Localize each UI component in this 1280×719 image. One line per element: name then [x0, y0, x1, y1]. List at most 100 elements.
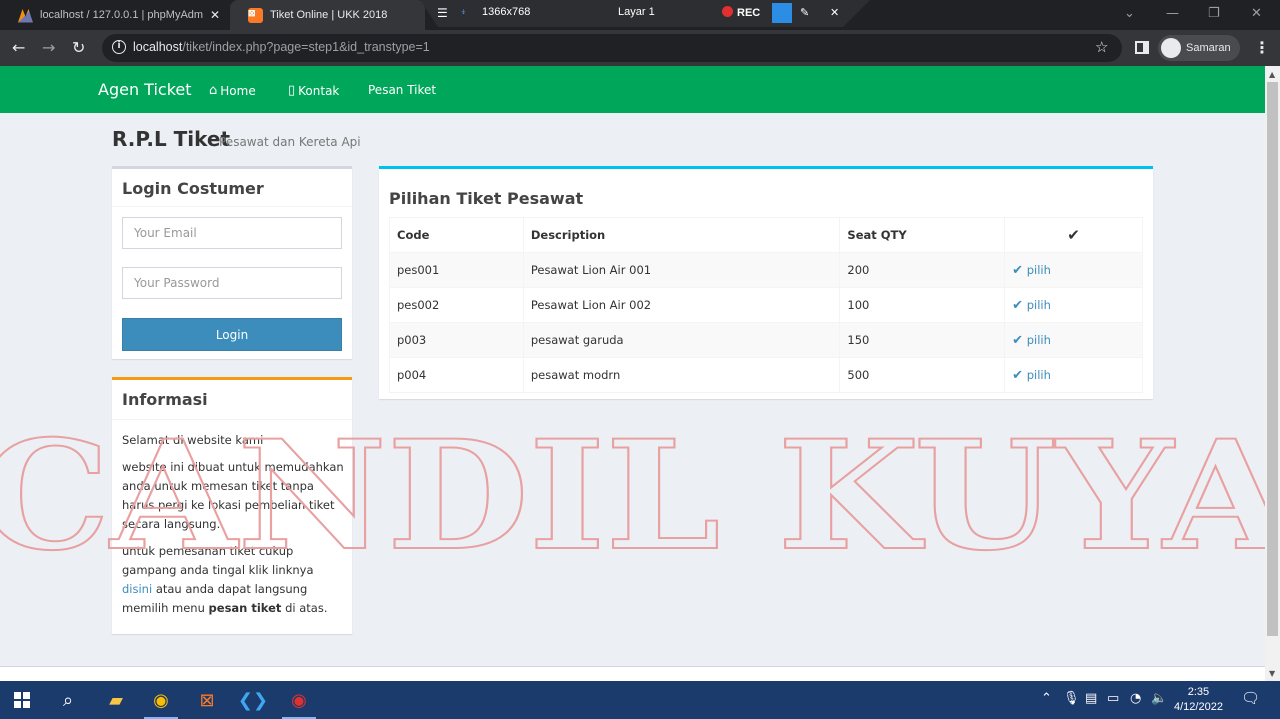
login-button[interactable]: Login: [122, 318, 342, 351]
pin-icon[interactable]: ⍖: [460, 6, 467, 19]
page-scrollbar[interactable]: ▲ ▼: [1265, 66, 1280, 681]
brand-link[interactable]: Agen Ticket: [98, 80, 192, 99]
recorder-close-icon[interactable]: ✕: [830, 6, 839, 19]
back-icon[interactable]: ←: [12, 38, 25, 57]
check-icon: ✔: [1012, 367, 1024, 383]
xampp-icon[interactable]: ⊠: [194, 687, 220, 713]
wifi-icon[interactable]: ◔: [1130, 691, 1141, 706]
nav-kontak[interactable]: ▯ Kontak: [288, 83, 339, 98]
login-box: Login Costumer Login: [112, 166, 352, 359]
restore-icon[interactable]: ❐: [1208, 6, 1220, 21]
pilih-link[interactable]: ✔ pilih: [1004, 357, 1143, 393]
check-icon: ✔: [1012, 297, 1024, 313]
pilih-link[interactable]: ✔ pilih: [1004, 287, 1143, 323]
scrollbar-thumb[interactable]: [1267, 82, 1278, 636]
vscode-icon[interactable]: ❮❯: [238, 687, 268, 713]
column-header-code: Code: [389, 217, 524, 253]
cell-code: p004: [389, 357, 524, 393]
page-footer: [0, 666, 1265, 681]
cell-seat: 150: [839, 322, 1006, 358]
info-title: Informasi: [122, 390, 208, 409]
cell-description: Pesawat Lion Air 002: [522, 287, 841, 323]
clock-time: 2:35: [1187, 686, 1210, 698]
check-icon: ✔: [1004, 217, 1143, 253]
file-explorer-icon[interactable]: ▰: [103, 687, 129, 713]
side-panel-icon[interactable]: [1135, 41, 1149, 54]
record-icon: [722, 6, 733, 17]
tab-close-icon[interactable]: ✕: [210, 8, 220, 22]
reload-icon[interactable]: ↻: [72, 38, 85, 57]
cell-description: pesawat garuda: [522, 322, 841, 358]
obs-record-icon[interactable]: ◉: [286, 687, 312, 713]
microphone-icon[interactable]: 🎙: [1063, 691, 1080, 706]
minimize-icon[interactable]: —: [1166, 6, 1179, 21]
page-title: R.P.L Tiket: [112, 127, 231, 151]
keyboard-icon[interactable]: ▤: [1085, 691, 1097, 706]
tab-title: Tiket Online | UKK 2018: [270, 9, 388, 21]
nav-pesan-tiket[interactable]: Pesan Tiket: [368, 83, 436, 97]
browser-toolbar: ← → ↻ i localhost/tiket/index.php?page=s…: [0, 30, 1280, 66]
tiket-table: Code Description Seat QTY ✔ pes001 Pesaw…: [389, 217, 1143, 393]
url-text[interactable]: localhost/tiket/index.php?page=step1&id_…: [133, 40, 430, 54]
cell-description: pesawat modrn: [522, 357, 841, 393]
web-page: Agen Ticket ⌂ Home ▯ Kontak Pesan Tiket …: [0, 66, 1265, 681]
start-button[interactable]: [9, 687, 35, 713]
home-icon: ⌂: [209, 83, 218, 98]
divider: [112, 206, 352, 207]
table-header-row: Code Description Seat QTY ✔: [389, 217, 1143, 253]
tiket-box: Pilihan Tiket Pesawat Code Description S…: [379, 166, 1153, 399]
cell-seat: 100: [839, 287, 1006, 323]
info-paragraph: Selamat di website kami: [122, 433, 264, 447]
table-row: pes002 Pesawat Lion Air 002 100 ✔ pilih: [389, 287, 1143, 323]
tab-phpmyadmin[interactable]: localhost / 127.0.0.1 | phpMyAdm ✕: [0, 0, 230, 30]
cell-seat: 200: [839, 252, 1006, 288]
check-icon: ✔: [1012, 332, 1024, 348]
address-bar[interactable]: i localhost/tiket/index.php?page=step1&i…: [102, 34, 1122, 62]
recorder-resolution[interactable]: 1366x768: [482, 6, 530, 18]
menu-icon[interactable]: ⋮: [1254, 38, 1270, 57]
windows-taskbar: ⌕ ▰ ◉ ⊠ ❮❯ ◉ ⌃ 🎙 ▤ ▭ ◔ 🔈 2:35 4/12/2022 …: [0, 681, 1280, 719]
cell-code: pes001: [389, 252, 524, 288]
chevron-up-icon[interactable]: ⌃: [1041, 691, 1052, 706]
search-icon[interactable]: ⌕: [55, 687, 81, 713]
cell-code: pes002: [389, 287, 524, 323]
info-icon[interactable]: i: [112, 40, 126, 54]
notification-icon[interactable]: 🗨: [1241, 689, 1260, 707]
pen-icon[interactable]: ✎: [800, 6, 809, 19]
chevron-down-icon[interactable]: ⌄: [1124, 6, 1135, 21]
password-field[interactable]: [122, 267, 342, 299]
windows-logo-icon: [14, 692, 30, 708]
nav-home[interactable]: ⌂ Home: [209, 83, 256, 98]
hamburger-icon[interactable]: ☰: [437, 6, 448, 20]
disini-link[interactable]: disini: [122, 582, 152, 596]
battery-icon[interactable]: ▭: [1107, 691, 1119, 706]
pilih-link[interactable]: ✔ pilih: [1004, 252, 1143, 288]
table-row: p003 pesawat garuda 150 ✔ pilih: [389, 322, 1143, 358]
column-header-description: Description: [522, 217, 841, 253]
tab-tiket-online[interactable]: ⊠ Tiket Online | UKK 2018: [230, 0, 425, 30]
chrome-icon[interactable]: ◉: [148, 687, 174, 713]
star-icon[interactable]: ☆: [1095, 38, 1108, 56]
profile-button[interactable]: Samaran: [1158, 35, 1240, 61]
clock-date: 4/12/2022: [1174, 701, 1223, 713]
info-body: Selamat di website kami website ini dibu…: [122, 431, 344, 626]
cell-description: Pesawat Lion Air 001: [522, 252, 841, 288]
profile-name: Samaran: [1186, 42, 1231, 54]
top-navbar: Agen Ticket ⌂ Home ▯ Kontak Pesan Tiket: [0, 66, 1265, 113]
scroll-down-icon[interactable]: ▼: [1269, 669, 1275, 678]
cell-seat: 500: [839, 357, 1006, 393]
recorder-camera-icon[interactable]: [772, 3, 792, 23]
recorder-rec[interactable]: REC: [722, 6, 760, 19]
window-close-icon[interactable]: ✕: [1251, 6, 1262, 21]
email-field[interactable]: [122, 217, 342, 249]
tab-title: localhost / 127.0.0.1 | phpMyAdm: [40, 9, 204, 21]
scroll-up-icon[interactable]: ▲: [1269, 70, 1275, 79]
pilih-link[interactable]: ✔ pilih: [1004, 322, 1143, 358]
volume-icon[interactable]: 🔈: [1151, 691, 1167, 706]
table-row: p004 pesawat modrn 500 ✔ pilih: [389, 357, 1143, 393]
screen-recorder-toolbar: ☰ ⍖ 1366x768 Layar 1 REC ✎ ✕: [420, 0, 870, 27]
browser-tab-strip: localhost / 127.0.0.1 | phpMyAdm ✕ ⊠ Tik…: [0, 0, 1280, 30]
system-clock[interactable]: 2:35 4/12/2022: [1174, 685, 1223, 715]
recorder-layer[interactable]: Layar 1: [618, 6, 655, 18]
forward-icon[interactable]: →: [42, 38, 55, 57]
